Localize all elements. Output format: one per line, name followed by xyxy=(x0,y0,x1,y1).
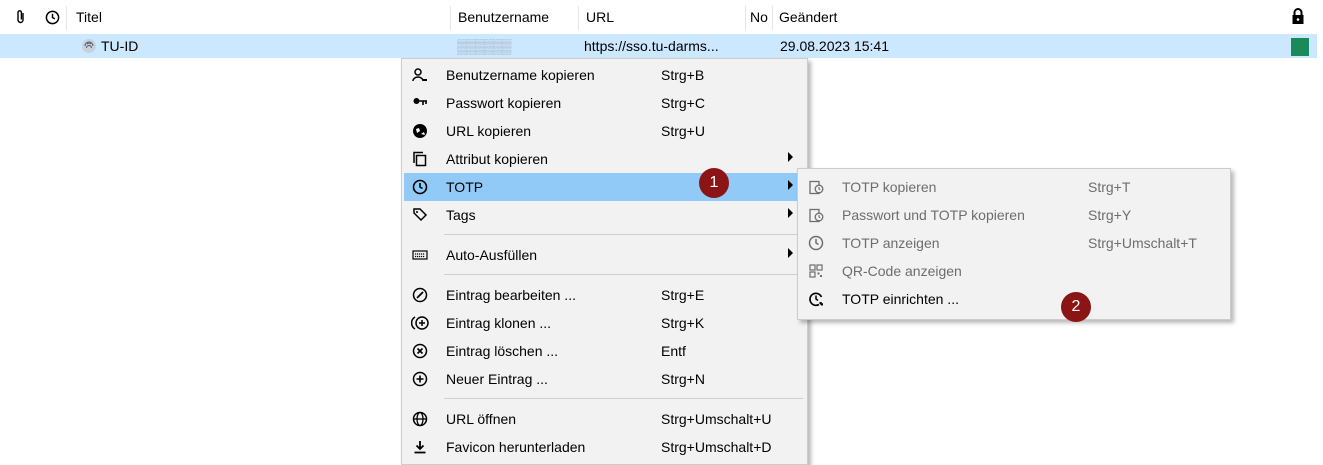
menu-item-copy-attribute[interactable]: Attribut kopieren xyxy=(404,145,805,173)
add-icon xyxy=(410,369,430,389)
fingerprint-icon xyxy=(80,37,98,55)
submenu-item-show-qr-code[interactable]: QR-Code anzeigen xyxy=(800,257,1228,285)
clipboard-clock-icon xyxy=(806,205,826,225)
clock-setup-icon xyxy=(806,289,826,309)
submenu-arrow-icon xyxy=(788,208,793,218)
submenu-arrow-icon xyxy=(788,180,793,190)
column-divider xyxy=(772,6,773,30)
paperclip-icon[interactable] xyxy=(14,8,28,26)
menu-item-new-entry[interactable]: Neuer Eintrag ... Strg+N xyxy=(404,365,805,393)
menu-item-totp[interactable]: TOTP xyxy=(404,173,805,201)
context-menu: Benutzername kopieren Strg+B Passwort ko… xyxy=(401,58,808,465)
menu-item-autotype[interactable]: Auto-Ausfüllen xyxy=(404,241,805,269)
column-username[interactable]: Benutzername xyxy=(458,9,549,25)
column-divider xyxy=(66,6,67,30)
qr-code-icon xyxy=(806,261,826,281)
clock-icon xyxy=(806,233,826,253)
menu-item-download-favicon[interactable]: Favicon herunterladen Strg+Umschalt+D xyxy=(404,433,805,461)
column-divider xyxy=(745,6,746,30)
menu-item-clone-entry[interactable]: Eintrag klonen ... Strg+K xyxy=(404,309,805,337)
clone-icon xyxy=(410,313,430,333)
key-icon xyxy=(410,93,430,113)
column-divider xyxy=(450,6,451,30)
menu-divider xyxy=(444,274,803,275)
step-badge-2: 2 xyxy=(1061,292,1091,322)
tag-icon xyxy=(410,205,430,225)
submenu-item-setup-totp[interactable]: TOTP einrichten ... xyxy=(800,285,1228,313)
delete-icon xyxy=(410,341,430,361)
globe-icon xyxy=(410,409,430,429)
submenu-item-show-totp[interactable]: TOTP anzeigen Strg+Umschalt+T xyxy=(800,229,1228,257)
download-icon xyxy=(410,437,430,457)
copy-icon xyxy=(410,149,430,169)
status-indicator xyxy=(1291,38,1309,56)
menu-item-open-url[interactable]: URL öffnen Strg+Umschalt+U xyxy=(404,405,805,433)
column-title[interactable]: Titel xyxy=(76,9,102,25)
menu-item-copy-username[interactable]: Benutzername kopieren Strg+B xyxy=(404,61,805,89)
clipboard-clock-icon xyxy=(806,177,826,197)
column-modified[interactable]: Geändert xyxy=(779,9,837,25)
edit-icon xyxy=(410,285,430,305)
clock-icon xyxy=(410,177,430,197)
menu-item-copy-password[interactable]: Passwort kopieren Strg+C xyxy=(404,89,805,117)
submenu-arrow-icon xyxy=(788,248,793,258)
menu-divider xyxy=(444,398,803,399)
column-url[interactable]: URL xyxy=(586,9,614,25)
keyboard-icon xyxy=(410,245,430,265)
entry-url: https://sso.tu-darms... xyxy=(584,38,719,54)
submenu-item-copy-password-totp[interactable]: Passwort und TOTP kopieren Strg+Y xyxy=(800,201,1228,229)
menu-item-delete-entry[interactable]: Eintrag löschen ... Entf xyxy=(404,337,805,365)
menu-item-edit-entry[interactable]: Eintrag bearbeiten ... Strg+E xyxy=(404,281,805,309)
column-divider xyxy=(578,6,579,30)
menu-item-copy-url[interactable]: URL kopieren Strg+U xyxy=(404,117,805,145)
entry-title: TU-ID xyxy=(101,38,139,54)
menu-item-tags[interactable]: Tags xyxy=(404,201,805,229)
entry-modified: 29.08.2023 15:41 xyxy=(780,38,889,54)
lock-icon[interactable] xyxy=(1290,6,1306,26)
column-notes[interactable]: No xyxy=(750,9,768,25)
user-icon xyxy=(410,65,430,85)
clock-icon[interactable] xyxy=(44,8,60,26)
menu-divider xyxy=(444,234,803,235)
step-badge-1: 1 xyxy=(699,168,729,198)
totp-submenu: TOTP kopieren Strg+T Passwort und TOTP k… xyxy=(797,168,1231,320)
table-header: Titel Benutzername URL No Geändert xyxy=(0,0,1323,34)
submenu-arrow-icon xyxy=(788,152,793,162)
submenu-item-copy-totp[interactable]: TOTP kopieren Strg+T xyxy=(800,173,1228,201)
globe-link-icon xyxy=(410,121,430,141)
entry-username: ▒▒▒▒▒▒ xyxy=(457,38,512,54)
